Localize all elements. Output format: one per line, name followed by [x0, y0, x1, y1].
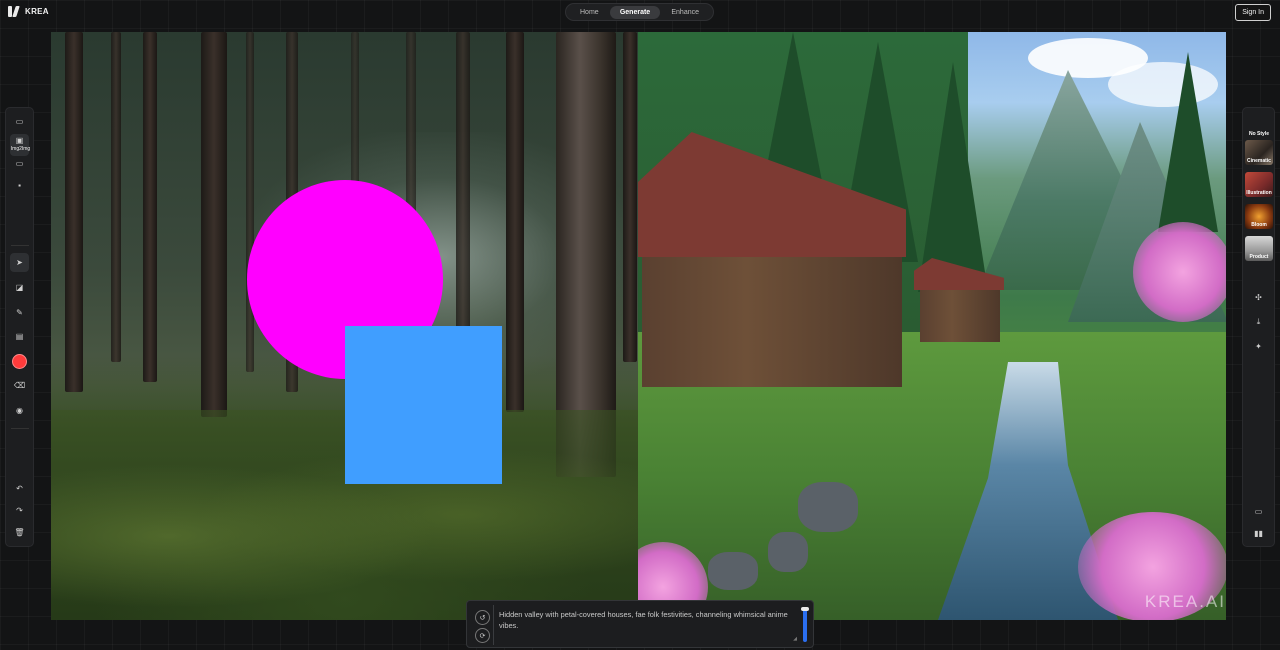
- nav-tab-enhance[interactable]: Enhance: [661, 6, 709, 19]
- sign-in-button[interactable]: Sign In: [1235, 4, 1271, 21]
- style-cinematic[interactable]: Cinematic: [1245, 140, 1273, 165]
- cloud: [1108, 62, 1218, 107]
- active-color-swatch: [12, 354, 27, 369]
- blossom-tree: [1133, 222, 1226, 322]
- app-name: KREA: [25, 7, 49, 16]
- tree-trunk: [111, 32, 121, 362]
- style-illustration[interactable]: Illustration: [1245, 172, 1273, 197]
- style-product[interactable]: Product: [1245, 236, 1273, 261]
- divider: [11, 428, 29, 429]
- style-no-style[interactable]: No Style: [1245, 118, 1273, 138]
- upscale-icon[interactable]: ✦: [1249, 337, 1268, 356]
- small-cabin: [920, 282, 1000, 342]
- krea-logo-icon: [8, 6, 19, 17]
- color-picker-icon[interactable]: [10, 352, 29, 371]
- input-canvas[interactable]: [51, 32, 638, 620]
- left-toolbar: ▭ ▣ Img2Img ▭ ▪ ➤ ◪ ✎ ▤ ⌫ ◉ ↶ ↷ 🗑: [5, 107, 34, 547]
- prompt-panel: ↺ ⟳ Hidden valley with petal-covered hou…: [466, 600, 814, 648]
- rock: [768, 532, 808, 572]
- output-image: KREA.AI: [638, 32, 1226, 620]
- history-icon[interactable]: ↺: [475, 610, 490, 625]
- style-label: No Style: [1248, 131, 1269, 137]
- select-pointer-icon[interactable]: ➤: [10, 253, 29, 272]
- divider: [493, 605, 494, 645]
- shapes-icon[interactable]: ◪: [10, 278, 29, 297]
- divider: [11, 245, 29, 246]
- style-label: Cinematic: [1247, 158, 1271, 164]
- nav-tab-home[interactable]: Home: [570, 6, 609, 19]
- img2img-icon: ▣: [15, 136, 24, 145]
- slider-knob[interactable]: [801, 607, 809, 611]
- right-toolbar: No Style Cinematic Illustration Bloom Pr…: [1242, 107, 1275, 547]
- redo-icon[interactable]: ↷: [10, 501, 29, 520]
- prompt-input[interactable]: Hidden valley with petal-covered houses,…: [499, 609, 799, 631]
- eraser-icon[interactable]: ⌫: [10, 376, 29, 395]
- layout-split-icon[interactable]: ▮▮: [1249, 524, 1268, 543]
- top-bar: KREA Home Generate Enhance Sign In: [0, 0, 1280, 24]
- main-nav: Home Generate Enhance: [565, 3, 714, 21]
- tree-trunk: [143, 32, 157, 382]
- ai-strength-icon[interactable]: ✣: [1249, 288, 1268, 307]
- prompt-strength-slider[interactable]: [803, 609, 807, 642]
- img2img-label: Img2Img: [10, 146, 31, 152]
- style-label: Illustration: [1246, 190, 1272, 196]
- screen-capture-icon[interactable]: ▭: [10, 154, 29, 173]
- brand[interactable]: KREA: [8, 6, 49, 17]
- trash-icon[interactable]: 🗑: [10, 523, 29, 542]
- upload-image-icon[interactable]: ▭: [10, 112, 29, 131]
- tree-trunk: [506, 32, 524, 412]
- blue-square-shape[interactable]: [345, 326, 502, 484]
- nav-tab-generate[interactable]: Generate: [609, 5, 661, 19]
- tree-trunk: [623, 32, 637, 362]
- style-label: Product: [1249, 254, 1269, 260]
- rock: [708, 552, 758, 590]
- webcam-icon[interactable]: ▪: [10, 176, 29, 195]
- randomize-prompt-icon[interactable]: ⟳: [475, 628, 490, 643]
- image-add-icon[interactable]: ▤: [10, 327, 29, 346]
- tree-trunk: [65, 32, 83, 392]
- tree-trunk: [246, 32, 254, 372]
- img2img-button[interactable]: ▣: [10, 134, 29, 156]
- tree-trunk: [201, 32, 227, 417]
- style-bloom[interactable]: Bloom: [1245, 204, 1273, 229]
- style-label: Bloom: [1251, 222, 1267, 228]
- rock: [798, 482, 858, 532]
- download-icon[interactable]: ⤓: [1249, 312, 1268, 331]
- layout-single-icon[interactable]: ▭: [1249, 502, 1268, 521]
- brush-icon[interactable]: ✎: [10, 303, 29, 322]
- background-remove-icon[interactable]: ◉: [10, 401, 29, 420]
- undo-icon[interactable]: ↶: [10, 479, 29, 498]
- resize-grip-icon[interactable]: ◢: [793, 636, 797, 642]
- krea-watermark: KREA.AI: [1144, 592, 1226, 611]
